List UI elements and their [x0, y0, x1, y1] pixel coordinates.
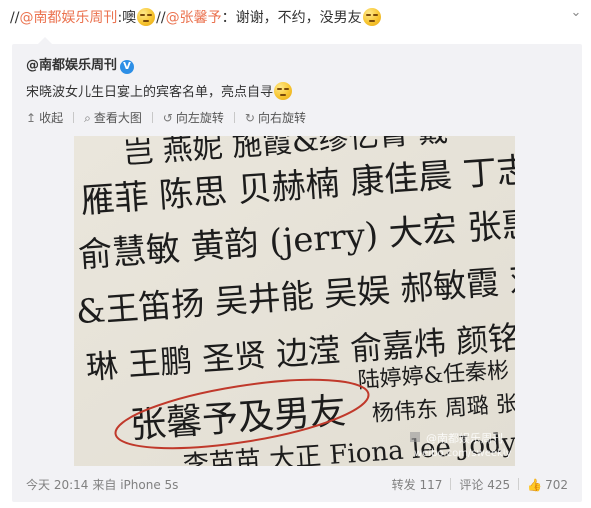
chevron-down-icon[interactable]: ⌄: [569, 6, 583, 20]
thumbs-up-icon: 👍: [527, 478, 543, 492]
shy-face-icon: [362, 8, 381, 26]
comment-button[interactable]: 评论 425: [459, 476, 510, 494]
repost-user-link[interactable]: @南都娱乐周刊: [19, 10, 117, 26]
card-notch: [38, 37, 52, 44]
magnifier-icon: ⌕: [84, 111, 91, 125]
view-large-label: 查看大图: [93, 111, 142, 125]
comment-count: 425: [487, 478, 511, 492]
original-post-card: @南都娱乐周刊 V 宋晓波女儿生日宴上的宾客名单，亮点自寻 ↥ 收起 ⌕ 查看大图 ↺ 向左…: [12, 37, 582, 502]
original-text-content: 宋晓波女儿生日宴上的宾客名单，亮点自寻: [26, 85, 274, 100]
image-toolbar: ↥ 收起 ⌕ 查看大图 ↺ 向左旋转 ↻ 向右旋转: [26, 110, 316, 126]
rotate-right-label: 向右旋转: [257, 111, 306, 125]
rotate-left-icon: ↺: [162, 111, 173, 125]
repost-count: 117: [419, 478, 443, 492]
smirk-face-icon: [274, 82, 293, 100]
action-divider: [450, 478, 452, 490]
verified-icon: V: [120, 60, 135, 74]
post-actions: 转发 117 评论 425 👍 702: [392, 476, 568, 494]
collapse-label: 收起: [39, 111, 64, 125]
toolbar-divider: [233, 112, 235, 123]
repost-user-link[interactable]: @张馨予: [166, 10, 222, 26]
collapse-button[interactable]: ↥ 收起: [26, 110, 63, 126]
original-post-text: 宋晓波女儿生日宴上的宾客名单，亮点自寻: [26, 82, 293, 103]
collapse-icon: ↥: [26, 111, 37, 125]
repost-comment: :噢: [117, 10, 137, 26]
view-large-button[interactable]: ⌕ 查看大图: [84, 110, 142, 126]
like-count: 702: [545, 478, 568, 492]
repost-text: //@南都娱乐周刊:噢//@张馨予：谢谢，不约，没男友: [10, 8, 570, 28]
toolbar-divider: [151, 112, 153, 123]
repost-comment: ：谢谢，不约，没男友: [221, 10, 362, 26]
like-button[interactable]: 👍 702: [527, 476, 568, 494]
comment-label: 评论: [459, 478, 484, 492]
post-time[interactable]: 今天 20:14: [26, 478, 88, 492]
original-author[interactable]: @南都娱乐周刊 V: [26, 54, 135, 74]
weibo-logo-icon: [410, 432, 420, 442]
repost-label: 转发: [391, 478, 416, 492]
rotate-left-button[interactable]: ↺ 向左旋转: [163, 110, 224, 126]
rotate-right-button[interactable]: ↻ 向右旋转: [245, 110, 306, 126]
rotate-left-label: 向左旋转: [175, 111, 224, 125]
toolbar-divider: [73, 112, 75, 123]
repost-separator: //: [156, 10, 166, 26]
image-watermark: weibo.com/sweekly: [414, 448, 512, 459]
original-author-name[interactable]: @南都娱乐周刊: [26, 58, 117, 73]
post-source[interactable]: 来自 iPhone 5s: [92, 478, 178, 492]
image-watermark: @南都娱乐周刊: [426, 431, 503, 445]
action-divider: [518, 478, 520, 490]
post-image[interactable]: 岂 燕妮 施霞&缪忆菁 戴 雁菲 陈思 贝赫楠 康佳晨 丁志 俞慧敏 黄韵 (j…: [74, 136, 515, 466]
rotate-right-icon: ↻: [244, 111, 255, 125]
repost-button[interactable]: 转发 117: [392, 476, 443, 494]
smirk-face-icon: [137, 8, 156, 26]
post-meta: 今天 20:14 来自 iPhone 5s: [26, 476, 182, 494]
